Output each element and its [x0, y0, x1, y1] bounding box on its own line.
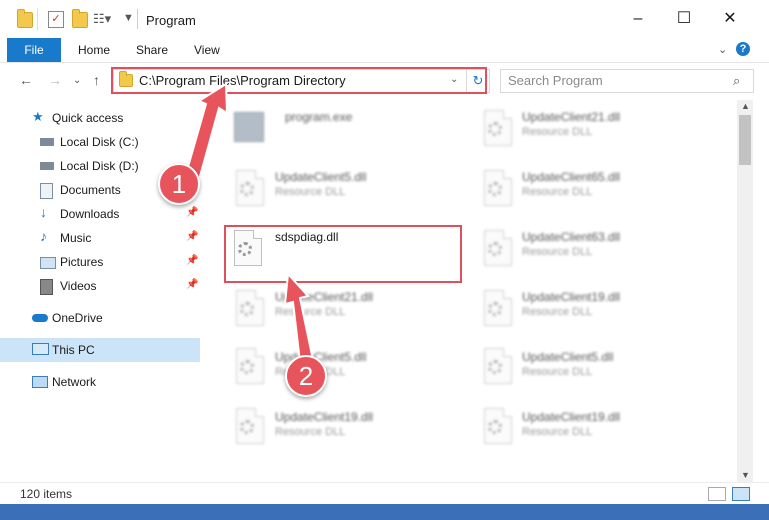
- large-icons-view-icon[interactable]: [732, 487, 750, 501]
- desktop-background: [0, 504, 769, 520]
- callout-badge-2: 2: [285, 355, 327, 397]
- details-view-icon[interactable]: [708, 487, 726, 501]
- arrow-one: [184, 82, 229, 182]
- scrollbar-thumb[interactable]: [739, 115, 751, 165]
- status-bar: [0, 482, 769, 505]
- scroll-up-icon[interactable]: ▲: [741, 101, 750, 111]
- callout-badge-1: 1: [158, 163, 200, 205]
- annotation-arrows: [184, 82, 315, 364]
- arrow-two: [283, 271, 315, 364]
- scroll-down-icon[interactable]: ▼: [741, 470, 750, 480]
- item-count: 120 items: [20, 487, 73, 501]
